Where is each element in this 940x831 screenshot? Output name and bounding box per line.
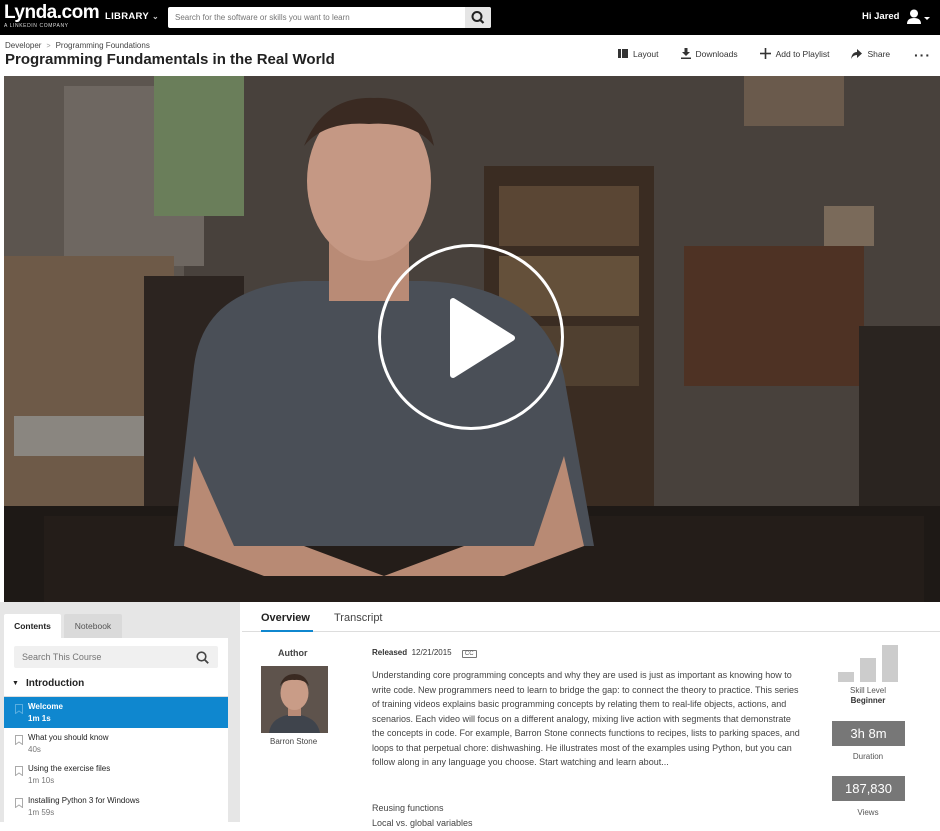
topic-list: Reusing functions Local vs. global varia… — [372, 801, 473, 831]
global-search — [168, 7, 491, 28]
released-date: 12/21/2015 — [411, 648, 452, 657]
lesson-duration: 1m 10s — [28, 776, 55, 785]
search-icon[interactable] — [196, 651, 209, 664]
breadcrumb: Developer > Programming Foundations — [5, 41, 150, 50]
course-search — [14, 646, 218, 668]
contents-panel: ▼ Introduction Welcome 1m 1s What you sh… — [4, 638, 228, 822]
course-search-input[interactable] — [14, 646, 189, 668]
caret-down-icon: ▼ — [12, 680, 19, 687]
play-button[interactable] — [378, 244, 564, 430]
lesson-item-using-exercise-files[interactable]: Using the exercise files 1m 10s — [4, 759, 228, 790]
closed-captions-icon: CC — [461, 650, 477, 658]
downloads-label: Downloads — [695, 48, 738, 59]
add-to-playlist-button[interactable]: Add to Playlist — [759, 48, 830, 59]
search-button[interactable] — [465, 7, 491, 28]
logo-subtext: A LINKEDIN COMPANY — [4, 23, 69, 29]
lynda-logo[interactable]: Lynda.com A LINKEDIN COMPANY — [4, 2, 100, 29]
author-portrait-image — [261, 666, 328, 733]
chapter-title: Introduction — [25, 678, 85, 689]
chevron-right-icon: > — [46, 43, 51, 50]
bookmark-icon[interactable] — [15, 735, 23, 745]
released-label: Released — [372, 648, 408, 657]
video-player[interactable] — [4, 76, 940, 602]
lesson-duration: 1m 59s — [28, 808, 55, 817]
skill-bar-low — [838, 672, 854, 682]
skill-level-label: Skill Level — [849, 686, 886, 695]
library-menu[interactable]: LIBRARY ⌄ — [105, 11, 159, 22]
views-label: Views — [857, 808, 879, 817]
topic-item: Reusing functions — [372, 803, 444, 813]
lesson-item-what-you-should-know[interactable]: What you should know 40s — [4, 728, 228, 759]
skill-bar-mid — [860, 658, 876, 682]
duration-badge: 3h 8m — [832, 721, 905, 746]
lesson-title: Welcome — [28, 702, 63, 711]
active-tab-indicator — [261, 630, 313, 632]
play-icon — [450, 298, 515, 378]
skill-level-value: Beginner — [850, 696, 886, 705]
lesson-item-welcome[interactable]: Welcome 1m 1s — [4, 697, 228, 728]
downloads-button[interactable]: Downloads — [680, 48, 738, 59]
author-heading: Author — [278, 648, 308, 658]
views-badge: 187,830 — [832, 776, 905, 801]
bookmark-icon[interactable] — [15, 704, 23, 714]
lesson-duration: 1m 1s — [28, 714, 51, 723]
lesson-title: Using the exercise files — [28, 764, 111, 773]
course-sidebar: Contents Notebook ▼ Introduction Welcome… — [0, 602, 240, 822]
lesson-title: What you should know — [28, 733, 109, 742]
author-photo[interactable] — [261, 666, 328, 733]
lesson-title: Installing Python 3 for Windows — [28, 796, 140, 805]
author-name[interactable]: Barron Stone — [270, 737, 317, 746]
share-button[interactable]: Share — [851, 48, 891, 59]
tab-transcript[interactable]: Transcript — [334, 612, 383, 624]
tab-overview[interactable]: Overview — [261, 612, 310, 624]
tab-notebook[interactable]: Notebook — [64, 614, 122, 638]
user-icon — [907, 9, 930, 24]
breadcrumb-programming-foundations[interactable]: Programming Foundations — [56, 41, 150, 50]
layout-icon — [618, 49, 628, 58]
layout-button[interactable]: Layout — [618, 49, 659, 59]
release-info: Released 12/21/2015 CC — [372, 648, 477, 658]
bookmark-icon[interactable] — [15, 798, 23, 808]
lesson-item-installing-python[interactable]: Installing Python 3 for Windows 1m 59s — [4, 791, 228, 822]
topic-item: Local vs. global variables — [372, 818, 473, 828]
global-search-input[interactable] — [168, 7, 463, 28]
overview-tabs: Overview Transcript — [242, 602, 940, 632]
logo-text: Lynda.com — [4, 2, 100, 23]
share-icon — [851, 48, 863, 59]
user-greeting[interactable]: Hi Jared — [862, 11, 900, 22]
course-actions: Layout Downloads Add to Playlist Share — [618, 48, 912, 59]
top-navigation-bar: Lynda.com A LINKEDIN COMPANY LIBRARY⌄ Hi… — [0, 0, 940, 35]
chapter-introduction[interactable]: ▼ Introduction — [12, 678, 84, 689]
more-options-icon[interactable]: ··· — [914, 47, 931, 63]
tab-contents[interactable]: Contents — [4, 614, 61, 638]
page-title: Programming Fundamentals in the Real Wor… — [5, 51, 335, 68]
skill-level: Skill Level Beginner — [820, 686, 916, 706]
breadcrumb-developer[interactable]: Developer — [5, 41, 41, 50]
lesson-duration: 40s — [28, 745, 41, 754]
skill-bar-high — [882, 645, 898, 682]
course-description: Understanding core programming concepts … — [372, 670, 800, 767]
chevron-down-icon: ⌄ — [151, 12, 159, 21]
library-label: LIBRARY — [105, 11, 149, 22]
search-icon — [471, 11, 485, 24]
download-icon — [680, 48, 691, 59]
user-menu[interactable] — [906, 9, 932, 30]
bookmark-icon[interactable] — [15, 766, 23, 776]
add-to-playlist-label: Add to Playlist — [775, 48, 830, 59]
plus-icon — [759, 48, 771, 59]
duration-label: Duration — [852, 752, 884, 761]
layout-label: Layout — [633, 48, 659, 59]
share-label: Share — [867, 48, 891, 59]
skill-level-icon — [838, 644, 900, 682]
